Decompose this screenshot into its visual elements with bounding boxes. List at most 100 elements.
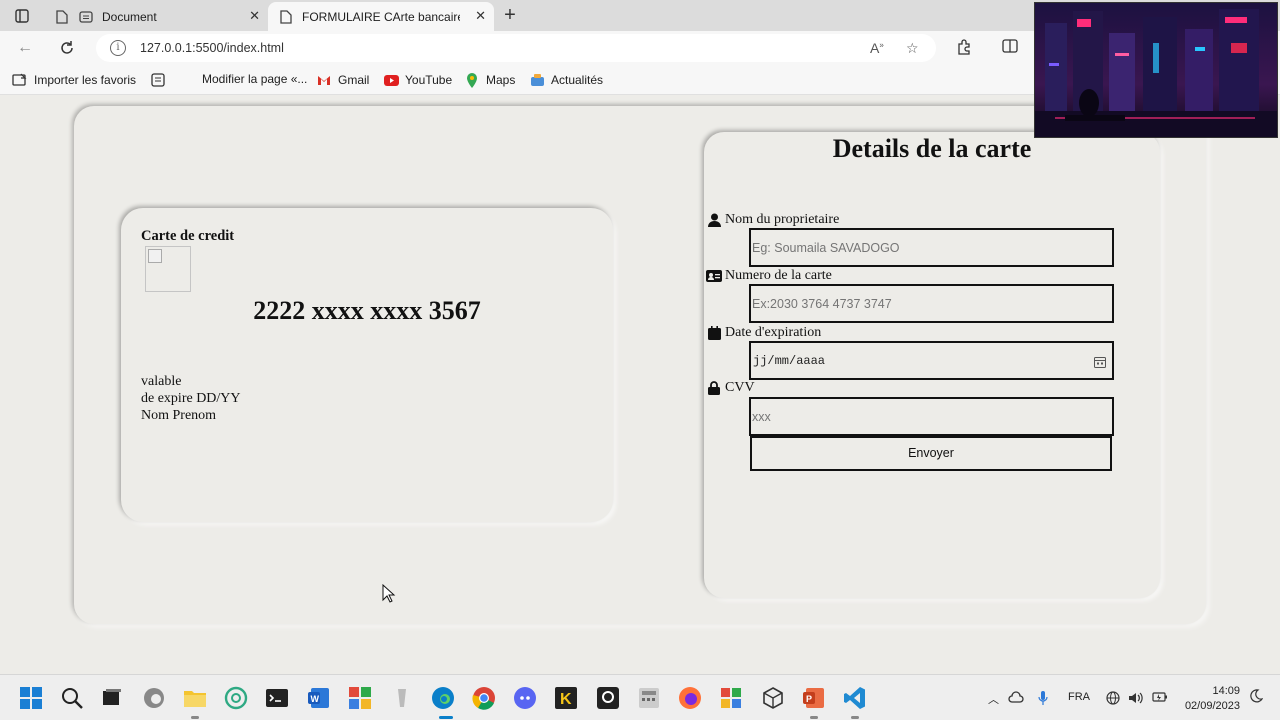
back-arrow-icon[interactable]: ← (14, 37, 36, 59)
favorite-import[interactable]: Importer les favoris (12, 72, 136, 88)
close-tab-icon[interactable]: ✕ (475, 8, 486, 24)
input-language[interactable]: FRA (1068, 691, 1090, 703)
globe-icon[interactable] (1106, 691, 1120, 708)
favorite-label: Actualités (551, 73, 604, 87)
edge-beta-icon[interactable] (142, 686, 166, 710)
field-label-text: Numero de la carte (725, 268, 832, 283)
lock-icon (706, 381, 722, 395)
edge-browser-icon[interactable] (431, 686, 455, 710)
terminal-icon[interactable] (265, 686, 289, 710)
favorite-label: YouTube (405, 73, 453, 87)
chatgpt-icon[interactable] (224, 686, 248, 710)
card-number-label: Numero de la carte (706, 268, 832, 284)
expiration-date-input[interactable]: jj/mm/aaaa (749, 341, 1114, 380)
favorite-maps[interactable]: Maps (464, 72, 515, 88)
tab-actions-icon[interactable] (8, 5, 36, 27)
favorite-youtube[interactable]: YouTube (383, 72, 452, 88)
tray-chevron-icon[interactable]: ︿ (988, 691, 999, 707)
user-icon (706, 213, 722, 227)
chrome-icon[interactable] (472, 686, 496, 710)
mouse-cursor-icon (382, 583, 396, 609)
field-label-text: CVV (725, 380, 755, 395)
youtube-icon (383, 72, 399, 88)
calculator-icon[interactable] (637, 686, 661, 710)
app-active-indicator (439, 716, 453, 719)
cvv-input[interactable] (749, 397, 1114, 436)
discord-icon[interactable] (513, 686, 537, 710)
svg-text:W: W (311, 694, 320, 704)
paint-icon[interactable] (719, 686, 743, 710)
field-label-text: Nom du proprietaire (725, 212, 840, 227)
volume-icon[interactable] (1128, 691, 1144, 708)
url-text: 127.0.0.1:5500/index.html (140, 41, 284, 55)
owner-name-input[interactable] (749, 228, 1114, 267)
favorite-label: Gmail (338, 73, 370, 87)
windows-start-icon[interactable] (19, 686, 43, 710)
clock-time: 14:09 (1212, 685, 1240, 697)
favorite-modifier[interactable]: Modifier la page «... (202, 72, 307, 86)
favorite-star-icon[interactable]: ☆ (906, 40, 919, 57)
info-icon[interactable]: i (110, 40, 126, 56)
reload-icon[interactable] (56, 37, 78, 59)
notifications-moon-icon[interactable] (1249, 689, 1264, 706)
app-running-indicator (810, 716, 818, 719)
tab-document[interactable]: Document ✕ (44, 2, 268, 31)
word-icon[interactable]: W (307, 686, 331, 710)
webcam-overlay (1034, 2, 1278, 138)
microphone-icon[interactable] (1038, 691, 1048, 708)
calendar-icon (706, 326, 722, 340)
url-field[interactable]: i 127.0.0.1:5500/index.html A» ☆ (96, 34, 936, 62)
split-screen-icon[interactable] (1002, 39, 1018, 56)
credit-card-preview: Carte de credit 2222 xxxx xxxx 3567 vala… (121, 208, 613, 522)
news-icon (529, 72, 545, 88)
app-running-indicator (851, 716, 859, 719)
tab-formulaire[interactable]: FORMULAIRE CArte bancaire rea ✕ (268, 2, 494, 31)
favorite-label: Importer les favoris (34, 73, 137, 87)
collection-icon (150, 72, 166, 88)
card-holder-name: Nom Prenom (141, 408, 217, 423)
date-input-value: jj/mm/aaaa (753, 354, 826, 368)
network-cloud-icon[interactable] (1008, 691, 1024, 706)
tab-label: FORMULAIRE CArte bancaire rea (302, 9, 460, 24)
card-number: 2222 xxxx xxxx 3567 (253, 296, 481, 325)
gmail-icon (316, 72, 332, 88)
date-picker-icon[interactable] (1094, 355, 1106, 368)
task-view-icon[interactable] (100, 686, 124, 710)
card-expire-label: de expire DD/YY (141, 391, 241, 406)
expiration-date-label: Date d'expiration (706, 325, 821, 341)
tab-label: Document (102, 9, 157, 24)
field-label-text: Date d'expiration (725, 325, 822, 340)
id-card-icon (706, 269, 722, 283)
app-placeholder-icon[interactable] (390, 686, 414, 710)
search-icon[interactable] (60, 686, 84, 710)
app-running-indicator (191, 716, 199, 719)
card-details-form: Details de la carte Nom du proprietaire … (704, 132, 1160, 598)
favorite-collection[interactable] (150, 72, 172, 88)
k-app-icon[interactable]: K (554, 686, 578, 710)
new-tab-button[interactable]: + (500, 4, 520, 27)
firefox-icon[interactable] (678, 686, 702, 710)
cyberpunk-city-image (1035, 3, 1277, 137)
submit-button[interactable]: Envoyer (750, 436, 1112, 471)
card-title: Carte de credit (141, 228, 235, 244)
close-tab-icon[interactable]: ✕ (249, 8, 260, 24)
package-icon[interactable] (761, 686, 785, 710)
file-explorer-icon[interactable] (183, 686, 207, 710)
system-clock[interactable]: 14:09 02/09/2023 (1176, 684, 1240, 714)
battery-icon[interactable] (1152, 691, 1168, 706)
vscode-icon[interactable] (843, 686, 867, 710)
form-title: Details de la carte (832, 134, 1032, 163)
photos-icon[interactable] (348, 686, 372, 710)
page-icon (278, 9, 294, 25)
powerpoint-icon[interactable]: P (802, 686, 826, 710)
favorite-gmail[interactable]: Gmail (316, 72, 369, 88)
windows-taskbar: W K P ︿ FRA 14:09 02/09/2023 (0, 674, 1280, 720)
read-aloud-icon[interactable]: A» (870, 40, 884, 56)
card-number-input[interactable] (749, 284, 1114, 323)
broken-image-icon (148, 249, 162, 263)
github-icon[interactable] (596, 686, 620, 710)
extensions-icon[interactable] (956, 39, 972, 58)
favorite-label: Modifier la page «... (202, 72, 308, 86)
favorite-actualites[interactable]: Actualités (529, 72, 603, 88)
page-icon (54, 9, 70, 25)
